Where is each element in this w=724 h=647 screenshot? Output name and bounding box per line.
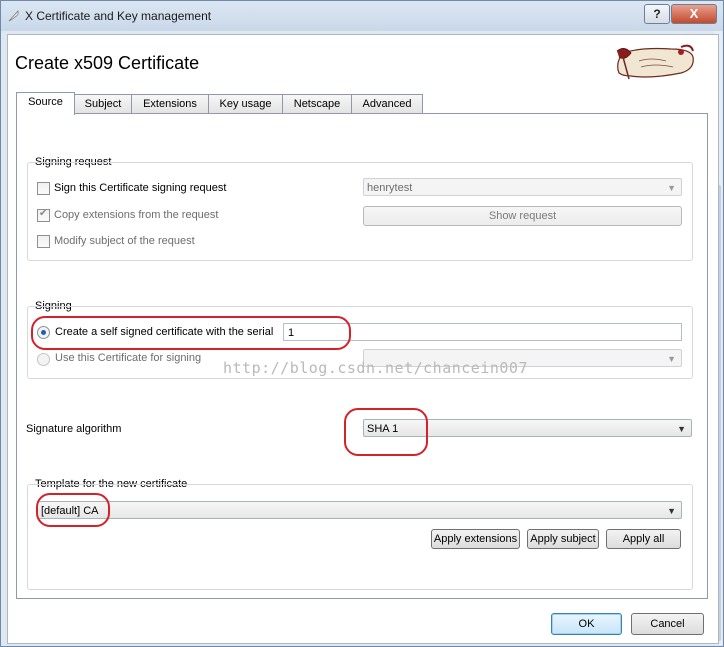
title-bar[interactable]: X Certificate and Key management ? X xyxy=(1,1,723,31)
close-button[interactable]: X xyxy=(671,4,717,24)
apply-subject-button[interactable]: Apply subject xyxy=(527,529,599,549)
copy-extensions-label: Copy extensions from the request xyxy=(54,209,219,221)
apply-extensions-button[interactable]: Apply extensions xyxy=(431,529,520,549)
annotation-oval-template xyxy=(36,493,110,527)
source-tab-panel: Signing request Sign this Certificate si… xyxy=(16,113,708,599)
chevron-down-icon: ▼ xyxy=(667,183,676,193)
sign-csr-label: Sign this Certificate signing request xyxy=(54,182,227,194)
ok-button[interactable]: OK xyxy=(551,613,622,635)
tab-extensions[interactable]: Extensions xyxy=(131,94,209,113)
csr-select-value: henrytest xyxy=(367,182,413,194)
chevron-down-icon: ▼ xyxy=(667,506,676,516)
use-certificate-label: Use this Certificate for signing xyxy=(55,352,202,364)
window-title: X Certificate and Key management xyxy=(25,9,212,23)
cancel-button[interactable]: Cancel xyxy=(631,613,704,635)
show-request-button[interactable]: Show request xyxy=(363,206,682,226)
chevron-down-icon: ▼ xyxy=(667,354,676,364)
tab-source[interactable]: Source xyxy=(16,92,75,115)
tab-key-usage[interactable]: Key usage xyxy=(208,94,283,113)
copy-extensions-checkbox[interactable] xyxy=(37,208,50,222)
signature-algorithm-label: Signature algorithm xyxy=(26,423,122,435)
dialog-window: X Certificate and Key management ? X Cre… xyxy=(0,0,724,647)
help-button[interactable]: ? xyxy=(644,4,670,24)
use-certificate-radio[interactable] xyxy=(37,353,50,366)
tab-netscape[interactable]: Netscape xyxy=(282,94,352,113)
annotation-oval-self-signed xyxy=(31,316,351,350)
feather-icon xyxy=(8,10,19,22)
watermark-text: http://blog.csdn.net/chancein007 xyxy=(223,359,528,377)
template-select[interactable]: [default] CA ▼ xyxy=(37,501,682,519)
sign-csr-checkbox[interactable] xyxy=(37,182,50,195)
modify-subject-checkbox[interactable] xyxy=(37,235,50,248)
modify-subject-label: Modify subject of the request xyxy=(54,235,195,247)
tab-subject[interactable]: Subject xyxy=(74,94,132,113)
scroll-logo-icon xyxy=(616,44,694,80)
apply-all-button[interactable]: Apply all xyxy=(606,529,681,549)
annotation-oval-signature xyxy=(344,408,428,456)
chevron-down-icon: ▼ xyxy=(677,424,686,434)
dialog-client-area: Create x509 Certificate Source Subject E… xyxy=(7,34,719,644)
tab-advanced[interactable]: Advanced xyxy=(351,94,423,113)
page-title: Create x509 Certificate xyxy=(15,53,200,73)
csr-select[interactable]: henrytest ▼ xyxy=(363,178,682,196)
